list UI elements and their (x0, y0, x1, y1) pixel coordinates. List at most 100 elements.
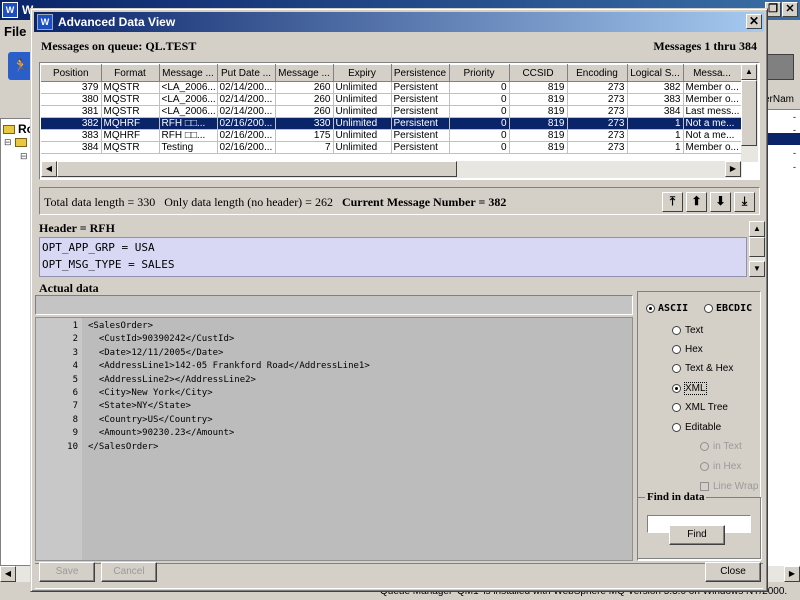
scroll-thumb[interactable] (749, 237, 765, 257)
table-row[interactable]: 379 MQSTR <LA_2006... 02/14/200... 260 Unlimi… (41, 81, 742, 94)
table-cell-format: MQSTR (101, 81, 160, 94)
editable-label[interactable]: Editable (685, 422, 721, 433)
column-header[interactable]: Logical S... (627, 64, 684, 82)
advanced-data-view-dialog: W Advanced Data View ✕ Messages on queue… (30, 8, 768, 592)
tree-expand-icon[interactable]: ⊟ (4, 137, 12, 148)
scroll-thumb[interactable] (57, 161, 457, 177)
editable-radio[interactable] (672, 423, 681, 432)
column-header[interactable]: Messa... (683, 64, 742, 82)
menu-file[interactable]: File (4, 24, 26, 39)
header-vertical-scrollbar[interactable]: ▲ ▼ (749, 221, 765, 277)
column-header[interactable]: Format (101, 64, 160, 82)
table-cell-encoding: 273 (567, 141, 628, 154)
scroll-up-icon[interactable]: ▲ (741, 64, 757, 80)
table-row[interactable]: 380 MQSTR <LA_2006... 02/14/200... 260 Unlimi… (41, 93, 742, 106)
table-cell-format: MQSTR (101, 105, 160, 118)
column-header[interactable]: Put Date ... (217, 64, 276, 82)
toolbar-button[interactable] (764, 54, 794, 80)
xml-tree-label[interactable]: XML Tree (685, 402, 728, 413)
in-hex-radio[interactable] (700, 462, 709, 471)
column-header[interactable]: CCSID (509, 64, 568, 82)
table-cell-msgid: RFH □□... (159, 129, 218, 142)
table-cell-encoding: 273 (567, 105, 628, 118)
code-text: <CustId>90390242</CustId> (88, 334, 235, 345)
table-cell-message: Not a me... (683, 129, 742, 142)
table-cell-ccsid: 819 (509, 81, 568, 94)
column-header[interactable]: Message ... (275, 64, 334, 82)
ebcdic-radio[interactable] (704, 304, 713, 313)
scroll-down-icon[interactable]: ▼ (749, 261, 765, 277)
text-hex-radio[interactable] (672, 364, 681, 373)
background-column-header[interactable]: erNam (764, 92, 800, 110)
table-body: 379 MQSTR <LA_2006... 02/14/200... 260 Unlimi… (41, 81, 742, 154)
scroll-right-icon[interactable]: ▶ (784, 566, 800, 582)
message-info-bar: Total data length = 330 Only data length… (39, 187, 760, 215)
table-cell-logical: 383 (627, 93, 684, 106)
table-cell-ccsid: 819 (509, 93, 568, 106)
code-text: </SalesOrder> (88, 441, 159, 452)
table-cell-ccsid: 819 (509, 105, 568, 118)
code-text: <AddressLine1>142-05 Frankford Road</Add… (88, 361, 370, 372)
text-label[interactable]: Text (685, 325, 703, 336)
scroll-right-icon[interactable]: ▶ (725, 161, 741, 177)
line-number: 4 (72, 361, 78, 372)
code-text: <AddressLine2></AddressLine2> (88, 374, 256, 385)
xml-tree-radio[interactable] (672, 403, 681, 412)
save-button[interactable]: Save (39, 562, 95, 582)
table-cell-putdate: 02/16/200... (217, 129, 276, 142)
table-vertical-scrollbar[interactable]: ▲ (741, 64, 758, 162)
table-horizontal-scrollbar[interactable]: ◀ ▶ (41, 161, 742, 178)
hex-radio[interactable] (672, 345, 681, 354)
xml-label[interactable]: XML (684, 382, 707, 395)
scroll-left-icon[interactable]: ◀ (0, 566, 16, 582)
dialog-title-bar[interactable]: W Advanced Data View ✕ (34, 12, 764, 32)
table-cell-message: Member o... (683, 141, 742, 154)
table-row[interactable]: 383 MQHRF RFH □□... 02/16/200... 175 Unlimite… (41, 129, 742, 142)
table-cell-length: 260 (275, 81, 334, 94)
table-cell-persistence: Persistent (391, 141, 450, 154)
line-wrap-checkbox[interactable] (700, 482, 709, 491)
column-header[interactable]: Expiry (333, 64, 392, 82)
column-header[interactable]: Message ... (159, 64, 218, 82)
first-message-button[interactable]: ⤒ (662, 192, 683, 212)
table-cell-logical: 1 (627, 141, 684, 154)
last-message-button[interactable]: ⤓ (734, 192, 755, 212)
table-row[interactable]: 381 MQSTR <LA_2006... 02/14/200... 260 Unlimi… (41, 105, 742, 118)
dialog-title: Advanced Data View (58, 15, 176, 29)
xml-radio[interactable] (672, 384, 681, 393)
header-content[interactable]: OPT_APP_GRP = USA OPT_MSG_TYPE = SALES (39, 237, 747, 277)
cancel-button[interactable]: Cancel (101, 562, 157, 582)
actual-data-editor[interactable]: 1 <SalesOrder> 2 <CustId>90390242</CustId>… (35, 317, 633, 561)
text-radio[interactable] (672, 326, 681, 335)
column-header[interactable]: Priority (449, 64, 510, 82)
hex-label[interactable]: Hex (685, 344, 703, 355)
scroll-up-icon[interactable]: ▲ (749, 221, 765, 237)
ascii-label[interactable]: ASCII (658, 303, 688, 314)
table-cell-msgid: <LA_2006... (159, 93, 218, 106)
table-row[interactable]: 384 MQSTR Testing 02/16/200... 7 Unlimited Per… (41, 141, 742, 154)
close-icon[interactable]: ✕ (782, 2, 798, 17)
find-button[interactable]: Find (669, 525, 725, 545)
code-text: <SalesOrder> (88, 321, 154, 331)
table-cell-priority: 0 (449, 93, 510, 106)
scroll-left-icon[interactable]: ◀ (41, 161, 57, 177)
scroll-thumb[interactable] (741, 80, 757, 146)
text-hex-label[interactable]: Text & Hex (685, 363, 733, 374)
close-button[interactable]: Close (705, 562, 761, 582)
column-header[interactable]: Encoding (567, 64, 628, 82)
table-cell-putdate: 02/14/200... (217, 81, 276, 94)
ascii-radio[interactable] (646, 304, 655, 313)
table-row[interactable]: 382 MQHRF RFH □□... 02/16/200... 330 Unlimite… (41, 117, 742, 130)
in-text-radio[interactable] (700, 442, 709, 451)
column-header[interactable]: Position (41, 64, 102, 82)
next-message-button[interactable]: ⬇ (710, 192, 731, 212)
table-cell-msgid: <LA_2006... (159, 81, 218, 94)
dialog-close-icon[interactable]: ✕ (746, 14, 762, 29)
table-cell-expiry: Unlimited (333, 81, 392, 94)
total-data-length: Total data length = 330 (44, 195, 156, 209)
tree-expand-icon[interactable]: ⊟ (20, 151, 28, 162)
previous-message-button[interactable]: ⬆ (686, 192, 707, 212)
ebcdic-label[interactable]: EBCDIC (716, 303, 752, 314)
column-header[interactable]: Persistence (391, 64, 450, 82)
table-cell-putdate: 02/14/200... (217, 93, 276, 106)
